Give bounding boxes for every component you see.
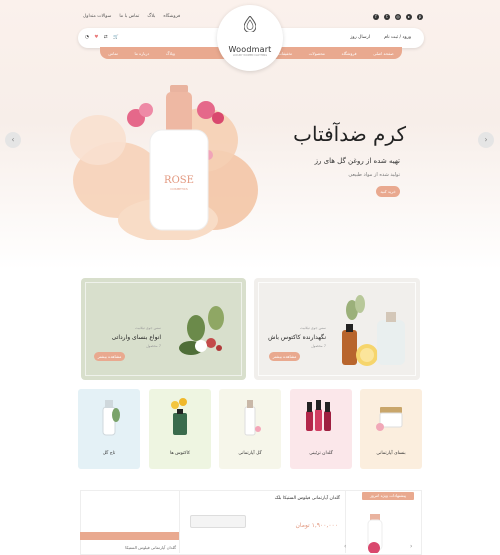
nav-item-products[interactable]: محصولات <box>309 51 325 56</box>
promo-small-text: سس جوی تیلانیت <box>135 326 161 330</box>
hero-product-image: ROSE COSMETICS <box>70 85 258 240</box>
category-card-bonsai[interactable] <box>360 389 422 469</box>
carousel-next-icon[interactable]: › <box>410 543 412 550</box>
left-panel-header <box>80 532 179 540</box>
promo-title: انواع بنسای وارداتی <box>111 334 161 341</box>
heart-icon[interactable]: ♥ <box>94 35 98 40</box>
sale-badge: پیشنهادات ویژه امروز <box>362 492 414 500</box>
category-card-flower-crown[interactable] <box>78 389 140 469</box>
twitter-icon[interactable]: t <box>384 14 390 20</box>
oil-bottles-image <box>342 295 405 366</box>
hero-title: کرم ضدآفتاب <box>293 122 406 146</box>
nav-item-home[interactable]: صفحه اصلی <box>373 51 394 56</box>
promo-banner-bonsai[interactable]: سس جوی تیلانیت انواع بنسای وارداتی 7 محص… <box>81 278 246 380</box>
promo-title: نگهدارنده کاکتوس باش <box>268 334 326 341</box>
nav-item-shop[interactable]: فروشگاه <box>342 51 357 56</box>
cream-jar-image <box>376 407 403 431</box>
category-label: گلدان تزئینی <box>309 451 333 456</box>
product-selector[interactable] <box>190 515 246 528</box>
promo-more-button[interactable]: مشاهده بیشتر <box>269 352 300 361</box>
topbar-link-faq[interactable]: سوالات متداول <box>83 14 111 19</box>
youtube-icon[interactable]: ▸ <box>406 14 412 20</box>
nav-item-contact[interactable]: تماس <box>108 51 118 56</box>
pinterest-icon[interactable]: p <box>417 14 423 20</box>
topbar-link-contact[interactable]: تماس با ما <box>119 14 139 19</box>
topbar-link-blog[interactable]: بلاگ <box>147 14 155 19</box>
topbar-link-shop[interactable]: فروشگاه <box>163 14 180 19</box>
category-label: تاج گل <box>102 451 116 456</box>
shipping-info: ارسال روز <box>350 35 370 40</box>
login-link[interactable]: ورود / ثبت نام <box>373 35 411 40</box>
slider-prev-button[interactable]: ‹ <box>5 132 21 148</box>
category-card-decor-pot[interactable] <box>290 389 352 469</box>
panel-divider <box>179 491 180 553</box>
social-icons: f t ◎ ▸ p <box>373 14 423 20</box>
logo-subtext: LUXURY WOMEN CLOTHING <box>232 54 268 57</box>
promo-count: 7 محصول <box>146 344 161 348</box>
header-icons: ◔ ♥ ⇄ 🛒 <box>85 35 119 40</box>
logo-drop-icon <box>244 16 256 32</box>
nav-item-blog[interactable]: وبلاگ <box>166 51 175 56</box>
slider-next-button[interactable]: › <box>478 132 494 148</box>
hero-subtitle: تهیه شده از روغن گل های رز <box>314 157 400 165</box>
hero-shop-button[interactable]: خرید کنید <box>376 186 400 197</box>
facebook-icon[interactable]: f <box>373 14 379 20</box>
serum-bottle-image <box>244 400 261 436</box>
promo-more-button[interactable]: مشاهده بیشتر <box>94 352 125 361</box>
promo-banner-cactus[interactable]: سس جوی تیلانیت نگهدارنده کاکتوس باش 7 مح… <box>254 278 420 380</box>
nav-item-about[interactable]: درباره ما <box>135 51 150 56</box>
category-card-houseplant[interactable] <box>219 389 281 469</box>
perfume-bottle-image <box>171 398 187 435</box>
instagram-icon[interactable]: ◎ <box>395 14 401 20</box>
featured-product-image <box>367 514 383 553</box>
hero-subtitle-secondary: تولید شده از مواد طبیعی <box>348 172 400 178</box>
promo-small-text: سس جوی تیلانیت <box>300 326 326 330</box>
cart-icon[interactable]: 🛒 <box>113 35 119 40</box>
topbar-links: فروشگاه بلاگ تماس با ما سوالات متداول <box>83 14 180 19</box>
bottle-brand-sub: COSMETICS <box>170 187 188 191</box>
spray-bottle-image <box>102 400 120 436</box>
bonsai-plant-image <box>179 306 224 355</box>
promo-count: 7 محصول <box>311 344 326 348</box>
logo-text: Woodmart <box>228 45 272 54</box>
logo-badge[interactable] <box>217 5 283 71</box>
category-label: کاکتوس ها <box>169 451 190 456</box>
nail-polish-image <box>306 400 331 431</box>
category-label: بنسای آپارتمانی <box>376 451 406 456</box>
featured-product-title[interactable]: گلدان آپارتمانی فیلوس الستیکا بلک <box>188 496 340 501</box>
bottle-brand: ROSE <box>164 175 194 186</box>
product-price: ۱,۹۰۰,۰۰۰ تومان <box>295 522 339 529</box>
carousel-prev-icon[interactable]: ‹ <box>344 543 346 550</box>
user-icon[interactable]: ◔ <box>85 35 89 40</box>
left-panel-caption: گلدان آپارتمانی فیلوس الستیکا <box>125 545 176 550</box>
compare-icon[interactable]: ⇄ <box>104 35 108 40</box>
category-label: گل آپارتمانی <box>238 451 262 456</box>
category-card-cactus[interactable] <box>149 389 211 469</box>
